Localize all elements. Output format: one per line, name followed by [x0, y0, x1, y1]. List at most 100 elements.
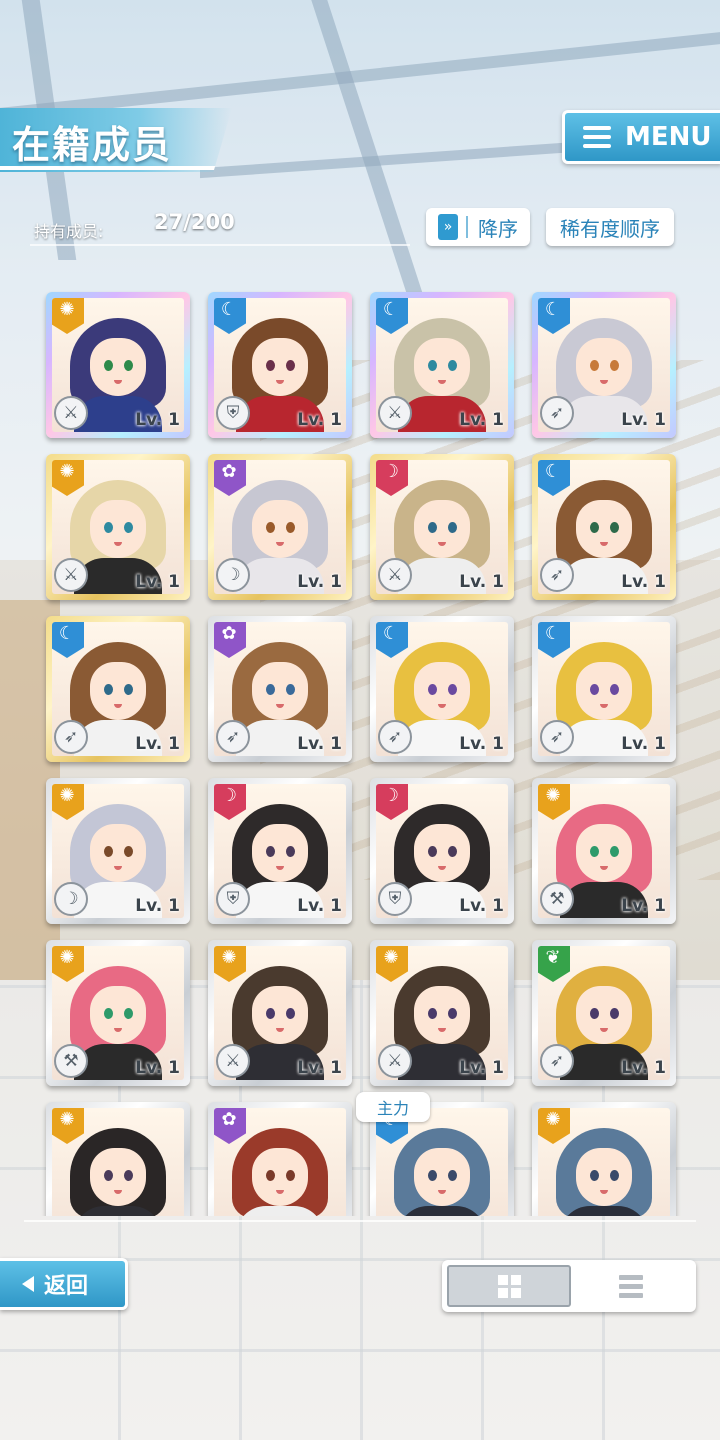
card-level: Lv. 1 [459, 1058, 504, 1078]
card-frame: ✿ ☽ Lv. 1 [214, 460, 346, 594]
card-level: Lv. 1 [297, 896, 342, 916]
member-card[interactable]: ✺ [46, 1102, 190, 1216]
member-card[interactable]: ✺ ☽ Lv. 1 [46, 778, 190, 924]
card-frame: ✿ [214, 1108, 346, 1216]
lance-role-icon: ➶ [216, 720, 250, 754]
member-card[interactable]: ✺ ⚒ Lv. 1 [532, 778, 676, 924]
card-frame: ✺ ⚒ Lv. 1 [52, 946, 184, 1080]
member-card[interactable]: ✺ ⚔ Lv. 1 [46, 454, 190, 600]
member-card[interactable]: ✿ ☽ Lv. 1 [208, 454, 352, 600]
member-card[interactable]: ✿ ➶ Lv. 1 [208, 616, 352, 762]
list-view-icon [619, 1274, 643, 1298]
card-frame: ✺ [52, 1108, 184, 1216]
lance-role-icon: ➶ [54, 720, 88, 754]
card-frame: ☽ ⛨ Lv. 1 [376, 784, 508, 918]
list-view-button[interactable] [571, 1265, 691, 1307]
main-member-badge: 主力 [356, 1092, 430, 1122]
card-frame: ✺ ⚔ Lv. 1 [376, 946, 508, 1080]
member-card[interactable]: ✺ ⚔ Lv. 1 [370, 940, 514, 1086]
sword-role-icon: ⚔ [378, 558, 412, 592]
lance-role-icon: ➶ [540, 396, 574, 430]
member-card[interactable]: ✺ [532, 1102, 676, 1216]
bow-role-icon: ☽ [54, 882, 88, 916]
member-card[interactable]: ✿ [208, 1102, 352, 1216]
card-frame: ✺ ⚔ Lv. 1 [214, 946, 346, 1080]
sword-role-icon: ⚔ [54, 558, 88, 592]
card-frame: ✺ ⚔ Lv. 1 [52, 460, 184, 594]
card-frame: ✺ ⚒ Lv. 1 [538, 784, 670, 918]
sword-role-icon: ⚔ [378, 1044, 412, 1078]
shield-role-icon: ⛨ [216, 396, 250, 430]
back-arrow-icon [22, 1276, 34, 1292]
sword-role-icon: ⚔ [54, 396, 88, 430]
grid-view-icon [497, 1274, 521, 1298]
double-chevron-down-icon: » [438, 214, 458, 240]
hammer-role-icon: ⚒ [54, 1044, 88, 1078]
card-level: Lv. 1 [135, 734, 180, 754]
member-card[interactable]: ☾ ➶ Lv. 1 [46, 616, 190, 762]
back-label: 返回 [44, 1274, 89, 1299]
member-card[interactable]: ☽ ⚔ Lv. 1 [370, 454, 514, 600]
card-level: Lv. 1 [621, 896, 666, 916]
lance-role-icon: ➶ [540, 558, 574, 592]
member-card[interactable]: ✺ ⚔ Lv. 1 [208, 940, 352, 1086]
back-button[interactable]: 返回 [0, 1258, 128, 1310]
member-card[interactable]: ☽ ⛨ Lv. 1 [208, 778, 352, 924]
member-card[interactable]: ☾ ⛨ Lv. 1 [208, 292, 352, 438]
card-level: Lv. 1 [297, 572, 342, 592]
divider [24, 1220, 696, 1222]
member-card[interactable]: ✺ ⚔ Lv. 1 [46, 292, 190, 438]
card-level: Lv. 1 [135, 896, 180, 916]
member-count-value: 27/200 [154, 210, 235, 234]
hamburger-icon [583, 126, 611, 148]
card-frame: ✺ [538, 1108, 670, 1216]
card-level: Lv. 1 [459, 572, 504, 592]
member-card[interactable]: ☾ ⚔ Lv. 1 [370, 292, 514, 438]
shield-role-icon: ⛨ [378, 882, 412, 916]
member-card[interactable]: ☾ ➶ Lv. 1 [370, 616, 514, 762]
card-frame: ☾ ➶ Lv. 1 [538, 298, 670, 432]
card-frame: ☾ [376, 1108, 508, 1216]
member-card[interactable]: ☾ ➶ Lv. 1 [532, 292, 676, 438]
sort-order-label: 降序 [478, 216, 518, 241]
card-level: Lv. 1 [621, 572, 666, 592]
card-level: Lv. 1 [459, 896, 504, 916]
card-level: Lv. 1 [135, 410, 180, 430]
card-frame: ☾ ⛨ Lv. 1 [214, 298, 346, 432]
card-frame: ❦ ➶ Lv. 1 [538, 946, 670, 1080]
sword-role-icon: ⚔ [216, 1044, 250, 1078]
card-frame: ☾ ➶ Lv. 1 [538, 622, 670, 756]
card-level: Lv. 1 [459, 410, 504, 430]
menu-button[interactable]: MENU [562, 110, 720, 164]
shield-role-icon: ⛨ [216, 882, 250, 916]
page-title: 在籍成员 [12, 123, 173, 167]
lance-role-icon: ➶ [540, 1044, 574, 1078]
member-count-row: 持有成员: 27/200 [30, 206, 410, 246]
sort-order-button[interactable]: » 降序 [426, 208, 530, 246]
card-level: Lv. 1 [621, 1058, 666, 1078]
view-toggle [442, 1260, 696, 1312]
card-frame: ☽ ⚔ Lv. 1 [376, 460, 508, 594]
member-card[interactable]: ☽ ⛨ Lv. 1 [370, 778, 514, 924]
grid-view-button[interactable] [447, 1265, 571, 1307]
member-card[interactable]: ☾ ➶ Lv. 1 [532, 616, 676, 762]
member-card[interactable]: ❦ ➶ Lv. 1 [532, 940, 676, 1086]
member-card[interactable]: ☾ ➶ Lv. 1 [532, 454, 676, 600]
member-grid: ✺ ⚔ Lv. 1 ☾ ⛨ Lv. 1 ☾ ⚔ Lv. 1 ☾ ➶ Lv. 1 ✺ ⚔ Lv. 1 ✿ ☽ Lv.… [0, 286, 720, 1216]
card-level: Lv. 1 [135, 1058, 180, 1078]
sort-rarity-button[interactable]: 稀有度顺序 [546, 208, 674, 246]
card-level: Lv. 1 [297, 1058, 342, 1078]
card-frame: ☾ ➶ Lv. 1 [376, 622, 508, 756]
lance-role-icon: ➶ [540, 720, 574, 754]
hammer-role-icon: ⚒ [540, 882, 574, 916]
menu-label: MENU [625, 122, 712, 152]
card-frame: ☾ ➶ Lv. 1 [52, 622, 184, 756]
card-frame: ✿ ➶ Lv. 1 [214, 622, 346, 756]
card-frame: ☾ ➶ Lv. 1 [538, 460, 670, 594]
card-level: Lv. 1 [135, 572, 180, 592]
member-card[interactable]: ✺ ⚒ Lv. 1 [46, 940, 190, 1086]
card-frame: ✺ ⚔ Lv. 1 [52, 298, 184, 432]
card-level: Lv. 1 [459, 734, 504, 754]
card-level: Lv. 1 [621, 410, 666, 430]
sort-rarity-label: 稀有度顺序 [560, 216, 660, 241]
